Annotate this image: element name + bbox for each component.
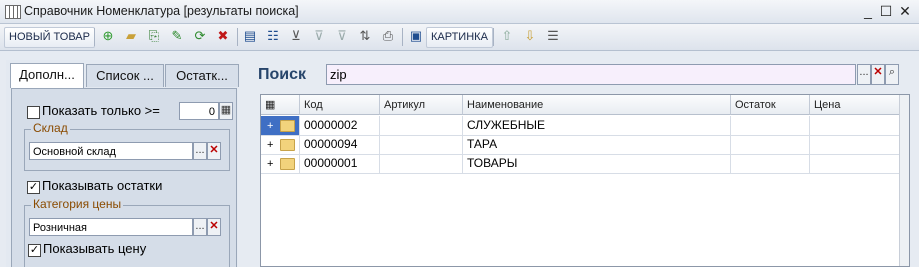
warehouse-select-button[interactable]: ... [193, 142, 207, 160]
toolbar-separator [94, 28, 95, 46]
table-row[interactable]: + 00000001 ТОВАРЫ [261, 154, 909, 174]
column-header-code[interactable]: Код [300, 95, 380, 115]
cell-stock [731, 135, 810, 154]
filter-icon[interactable]: ⊻ [288, 28, 304, 44]
add-folder-icon[interactable]: ▰ [123, 28, 139, 44]
hierarchy-icon[interactable]: ☷ [265, 28, 281, 44]
column-header-article[interactable]: Артикул [380, 95, 463, 115]
cell-price [810, 116, 900, 135]
cell-article [380, 154, 463, 173]
expand-icon[interactable]: + [267, 136, 273, 155]
price-category-group: Категория цены Розничная ... ✕ ✓ Показыв… [24, 197, 230, 267]
cell-name: ТОВАРЫ [463, 154, 731, 173]
level-down-icon[interactable]: ⇩ [522, 28, 538, 44]
column-header-price[interactable]: Цена [810, 95, 900, 115]
cell-price [810, 135, 900, 154]
price-category-legend: Категория цены [31, 197, 124, 211]
new-item-button[interactable]: НОВЫЙ ТОВАР [4, 27, 95, 48]
warehouse-group: Склад Основной склад ... ✕ [24, 121, 230, 171]
show-price-checkbox[interactable]: ✓ [28, 244, 41, 257]
search-label: Поиск [258, 66, 307, 83]
left-panel: Дополн... Список ... Остатк... Показать … [6, 60, 239, 267]
level-up-icon[interactable]: ⇧ [499, 28, 515, 44]
column-header-name[interactable]: Наименование [463, 95, 731, 115]
panel-body: Показать только >= 0 ▦ Склад Основной ск… [11, 88, 237, 267]
row-icon-cell: + [261, 116, 300, 135]
delete-icon[interactable]: ✖ [215, 28, 231, 44]
warehouse-legend: Склад [31, 121, 70, 135]
search-go-icon[interactable]: ⌕ [885, 64, 899, 85]
search-select-button[interactable]: ... [857, 64, 871, 85]
show-price-label: Показывать цену [43, 241, 147, 256]
cell-name: ТАРА [463, 135, 731, 154]
show-only-label: Показать только >= [42, 103, 160, 118]
expand-icon[interactable]: + [267, 155, 273, 174]
toolbar: НОВЫЙ ТОВАР ⊕ ▰ ⎘ ✎ ⟳ ✖ ▤ ☷ ⊻ ⊽ ⊽ ⇅ ⎙ ▣ … [0, 24, 919, 51]
tab-list[interactable]: Список ... [86, 64, 164, 87]
print-icon[interactable]: ⎙ [380, 28, 396, 44]
cell-article [380, 135, 463, 154]
table-row[interactable]: + 00000002 СЛУЖЕБНЫЕ [261, 116, 909, 136]
results-grid: ▦ Код Артикул Наименование Остаток Цена … [260, 94, 910, 267]
window-title: Справочник Номенклатура [результаты поис… [24, 4, 299, 18]
price-category-select-button[interactable]: ... [193, 218, 207, 236]
sort-icon[interactable]: ⇅ [357, 28, 373, 44]
toolbar-separator [402, 28, 403, 46]
column-header-stock[interactable]: Остаток [731, 95, 810, 115]
search-input[interactable]: zip [326, 64, 856, 85]
toolbar-separator [237, 28, 238, 46]
cell-article [380, 116, 463, 135]
minimize-button[interactable]: _ [860, 3, 876, 19]
folder-icon [280, 158, 295, 170]
picture-icon[interactable]: ▣ [408, 28, 424, 44]
folder-icon [280, 120, 295, 132]
cell-stock [731, 154, 810, 173]
cell-name: СЛУЖЕБНЫЕ [463, 116, 731, 135]
tab-stock[interactable]: Остатк... [165, 64, 239, 87]
show-stock-label: Показывать остатки [42, 178, 163, 193]
refresh-icon[interactable]: ⟳ [192, 28, 208, 44]
filter-clear-icon[interactable]: ⊽ [334, 28, 350, 44]
vertical-scrollbar[interactable] [899, 95, 909, 266]
price-category-field[interactable]: Розничная [29, 218, 193, 236]
picture-button[interactable]: КАРТИНКА [426, 27, 493, 48]
warehouse-field[interactable]: Основной склад [29, 142, 193, 160]
add-icon[interactable]: ⊕ [100, 28, 116, 44]
row-icon-cell: + [261, 135, 300, 154]
expand-icon[interactable]: + [267, 117, 273, 136]
title-bar: Справочник Номенклатура [результаты поис… [0, 0, 919, 24]
cell-code: 00000094 [300, 135, 380, 154]
tab-additional[interactable]: Дополн... [10, 63, 84, 88]
catalog-icon [5, 5, 21, 19]
cell-stock [731, 116, 810, 135]
select-icon[interactable]: ☰ [545, 28, 561, 44]
cell-price [810, 154, 900, 173]
filter-off-icon[interactable]: ⊽ [311, 28, 327, 44]
close-button[interactable]: ✕ [897, 3, 913, 19]
calculator-icon[interactable]: ▦ [219, 102, 233, 120]
cell-code: 00000002 [300, 116, 380, 135]
folder-icon [280, 139, 295, 151]
show-only-value-field[interactable]: 0 [179, 102, 219, 120]
price-category-clear-button[interactable]: ✕ [207, 218, 221, 236]
show-stock-checkbox[interactable]: ✓ [27, 181, 40, 194]
search-clear-button[interactable]: ✕ [871, 64, 885, 85]
toolbar-separator [493, 28, 494, 46]
show-only-checkbox[interactable] [27, 106, 40, 119]
edit-icon[interactable]: ✎ [169, 28, 185, 44]
copy-icon[interactable]: ⎘ [146, 28, 162, 44]
warehouse-clear-button[interactable]: ✕ [207, 142, 221, 160]
cell-code: 00000001 [300, 154, 380, 173]
maximize-button[interactable]: ☐ [878, 3, 894, 19]
table-row[interactable]: + 00000094 ТАРА [261, 135, 909, 155]
grid-settings-icon[interactable]: ▦ [261, 95, 300, 115]
row-icon-cell: + [261, 154, 300, 173]
list-view-icon[interactable]: ▤ [242, 28, 258, 44]
window: Справочник Номенклатура [результаты поис… [0, 0, 919, 267]
